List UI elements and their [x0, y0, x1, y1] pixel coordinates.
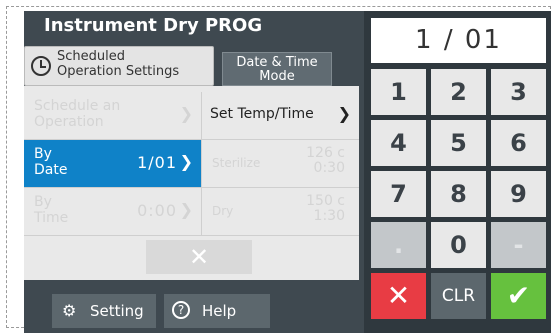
help-button[interactable]: ? Help [164, 294, 270, 328]
sterilize-value: 126 c 0:30 [306, 145, 345, 176]
dry-button[interactable]: Dry 150 c 1:30 [202, 188, 359, 236]
chevron-right-icon: ❯ [179, 200, 193, 219]
by-time-value: 0:00 [137, 201, 177, 220]
schedule-operation-label: Schedule an Operation [34, 98, 121, 130]
sterilize-label: Sterilize [212, 156, 261, 170]
gear-icon: ⚙ [62, 301, 77, 320]
by-date-value: 1/01 [137, 153, 177, 172]
confirm-button[interactable]: ✔ [491, 273, 546, 319]
help-label: Help [202, 302, 237, 320]
by-date-button[interactable]: By Date 1/01 ❯ [24, 140, 202, 188]
help-icon: ? [172, 301, 190, 319]
set-temp-time-label: Set Temp/Time [210, 106, 314, 122]
page-title: Instrument Dry PROG [44, 15, 263, 36]
dry-label: Dry [212, 204, 234, 218]
key-4[interactable]: 4 [371, 120, 426, 166]
key-8[interactable]: 8 [431, 171, 486, 217]
schedule-row-3: By Time 0:00 ❯ Dry 150 c 1:30 [24, 188, 359, 236]
date-time-mode-button[interactable]: Date & Time Mode [222, 52, 332, 86]
dry-value: 150 c 1:30 [306, 193, 345, 224]
schedule-operation-button[interactable]: Schedule an Operation ❯ [24, 92, 202, 140]
cancel-button[interactable]: ✕ [371, 273, 426, 319]
key-minus[interactable]: - [491, 222, 546, 268]
clear-schedule-button[interactable]: ✕ [146, 240, 252, 274]
value-display: 1 / 01 [371, 18, 546, 63]
clr-button[interactable]: CLR [431, 273, 486, 319]
by-time-label: By Time [34, 194, 69, 226]
setting-label: Setting [90, 302, 144, 320]
key-5[interactable]: 5 [431, 120, 486, 166]
schedule-row-2: By Date 1/01 ❯ Sterilize 126 c 0:30 [24, 140, 359, 188]
key-7[interactable]: 7 [371, 171, 426, 217]
key-9[interactable]: 9 [491, 171, 546, 217]
close-icon: ✕ [188, 243, 210, 271]
key-3[interactable]: 3 [491, 69, 546, 115]
schedule-row-1: Schedule an Operation ❯ Set Temp/Time ❯ [24, 92, 359, 140]
sterilize-button[interactable]: Sterilize 126 c 0:30 [202, 140, 359, 188]
by-date-label: By Date [34, 146, 68, 178]
chevron-right-icon: ❯ [179, 152, 193, 171]
checkmark-icon: ✔ [506, 279, 531, 312]
key-decimal[interactable]: . [371, 222, 426, 268]
close-icon: ✕ [386, 279, 411, 312]
scheduled-operation-settings-button[interactable]: Scheduled Operation Settings [24, 46, 214, 86]
key-2[interactable]: 2 [431, 69, 486, 115]
scheduled-operation-settings-label: Scheduled Operation Settings [57, 49, 180, 79]
key-6[interactable]: 6 [491, 120, 546, 166]
set-temp-time-button[interactable]: Set Temp/Time ❯ [202, 92, 359, 140]
key-1[interactable]: 1 [371, 69, 426, 115]
setting-button[interactable]: ⚙ Setting [52, 294, 156, 328]
chevron-right-icon: ❯ [179, 104, 193, 123]
key-0[interactable]: 0 [431, 222, 486, 268]
by-time-button[interactable]: By Time 0:00 ❯ [24, 188, 202, 236]
chevron-right-icon: ❯ [337, 104, 351, 123]
clock-icon [31, 56, 51, 76]
